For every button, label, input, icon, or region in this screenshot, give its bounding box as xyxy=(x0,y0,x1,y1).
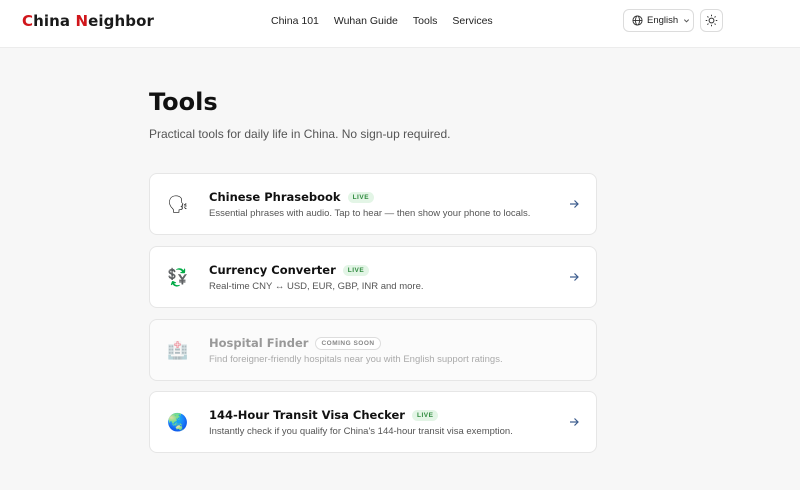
tool-title: Hospital Finder xyxy=(209,336,309,350)
speaking-head-icon: 🗣 xyxy=(167,195,189,214)
tool-card-hospital-finder: 🏥 Hospital Finder COMING SOON Find forei… xyxy=(149,319,597,381)
tool-name: Hospital Finder COMING SOON xyxy=(209,336,381,350)
nav-wuhan-guide[interactable]: Wuhan Guide xyxy=(334,15,398,27)
tool-name: Currency Converter LIVE xyxy=(209,263,370,277)
arrow-right-icon xyxy=(570,418,579,426)
tool-card-transit-visa-checker[interactable]: 🌏 144-Hour Transit Visa Checker LIVE Ins… xyxy=(149,391,597,453)
arrow-right-icon xyxy=(570,273,579,281)
tool-title: 144-Hour Transit Visa Checker xyxy=(209,408,405,422)
status-badge: LIVE xyxy=(342,264,370,276)
currency-exchange-icon: 💱 xyxy=(167,268,189,287)
tool-name: 144-Hour Transit Visa Checker LIVE xyxy=(209,408,439,422)
nav-tools[interactable]: Tools xyxy=(413,15,438,27)
globe-icon xyxy=(632,15,643,26)
nav-services[interactable]: Services xyxy=(452,15,492,27)
page-title: Tools xyxy=(149,88,218,116)
tool-card-currency-converter[interactable]: 💱 Currency Converter LIVE Real-time CNY … xyxy=(149,246,597,308)
sun-icon xyxy=(705,14,718,27)
tool-card-phrasebook[interactable]: 🗣 Chinese Phrasebook LIVE Essential phra… xyxy=(149,173,597,235)
theme-toggle-button[interactable] xyxy=(700,9,723,32)
chevron-down-icon xyxy=(684,19,690,23)
language-label: English xyxy=(647,15,679,26)
tool-name: Chinese Phrasebook LIVE xyxy=(209,190,375,204)
logo-letter-c: C xyxy=(22,12,34,30)
logo-text-hina: hina xyxy=(33,12,76,30)
status-badge: COMING SOON xyxy=(315,336,381,350)
nav-china-101[interactable]: China 101 xyxy=(271,15,319,27)
tool-title: Currency Converter xyxy=(209,263,336,277)
tool-description: Instantly check if you qualify for China… xyxy=(209,426,513,437)
logo-text-eighbor: eighbor xyxy=(88,12,154,30)
site-logo[interactable]: China Neighbor xyxy=(22,12,154,30)
status-badge: LIVE xyxy=(411,409,439,421)
hospital-icon: 🏥 xyxy=(167,341,189,360)
status-badge: LIVE xyxy=(347,191,375,203)
page-subtitle: Practical tools for daily life in China.… xyxy=(149,127,451,141)
globe-asia-icon: 🌏 xyxy=(167,413,189,432)
tool-description: Essential phrases with audio. Tap to hea… xyxy=(209,208,531,219)
logo-letter-n: N xyxy=(75,12,89,30)
language-selector[interactable]: English xyxy=(623,9,694,32)
tool-title: Chinese Phrasebook xyxy=(209,190,341,204)
tool-description: Find foreigner-friendly hospitals near y… xyxy=(209,354,503,365)
main-nav: China 101 Wuhan Guide Tools Services xyxy=(271,15,508,27)
tool-description: Real-time CNY ↔ USD, EUR, GBP, INR and m… xyxy=(209,281,424,292)
arrow-right-icon xyxy=(570,200,579,208)
top-navigation-bar: China Neighbor China 101 Wuhan Guide Too… xyxy=(0,0,800,48)
